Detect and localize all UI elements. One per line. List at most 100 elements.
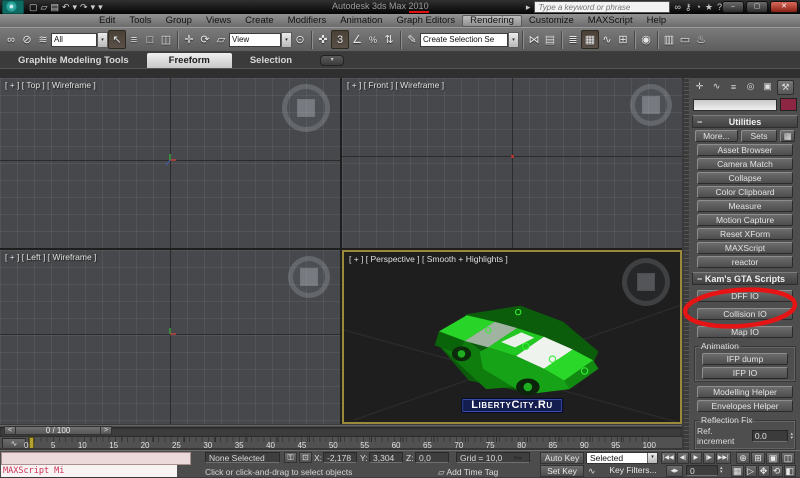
- add-time-tag[interactable]: ▱ Add Time Tag: [438, 467, 498, 478]
- viewport-left-label[interactable]: [ + ] [ Left ] [ Wireframe ]: [5, 252, 96, 262]
- menu-tools[interactable]: Tools: [122, 15, 158, 27]
- edit-named-sets-icon[interactable]: ✎: [404, 31, 420, 49]
- select-and-link-icon[interactable]: ∞: [3, 31, 19, 49]
- align-icon[interactable]: ▤: [542, 31, 558, 49]
- search-icon[interactable]: ∞: [674, 2, 680, 12]
- frame-spinner[interactable]: ▴ ▾: [720, 466, 723, 474]
- named-selection-dropdown[interactable]: Create Selection Se: [420, 33, 508, 47]
- ref-increment-spinner[interactable]: ▴ ▾: [790, 432, 793, 440]
- new-key-curve-icon[interactable]: ∿: [588, 466, 596, 477]
- tab-selection[interactable]: Selection: [232, 53, 310, 68]
- save-file-icon[interactable]: ▤: [50, 1, 59, 13]
- ifp-dump-button[interactable]: IFP dump: [702, 353, 788, 365]
- new-file-icon[interactable]: ▢: [29, 1, 38, 13]
- play-button[interactable]: ▶: [690, 452, 702, 464]
- select-by-name-icon[interactable]: ≡: [126, 31, 142, 49]
- viewport-perspective[interactable]: [ + ] [ Perspective ] [ Smooth + Highlig…: [342, 250, 682, 424]
- curve-editor-icon[interactable]: ∿: [599, 31, 615, 49]
- viewport-top-label[interactable]: [ + ] [ Top ] [ Wireframe ]: [5, 80, 96, 90]
- object-color-swatch[interactable]: [780, 98, 797, 111]
- x-coordinate-field[interactable]: -2,178: [323, 452, 357, 463]
- menu-help[interactable]: Help: [640, 15, 674, 27]
- viewport-front[interactable]: [ + ] [ Front ] [ Wireframe ]: [342, 78, 682, 248]
- key-filters-button[interactable]: Key Filters...: [602, 465, 664, 477]
- angle-snap-icon[interactable]: ∠: [349, 31, 365, 49]
- tab-freeform[interactable]: Freeform: [147, 53, 232, 68]
- viewport-top[interactable]: [ + ] [ Top ] [ Wireframe ]: [0, 78, 340, 248]
- tab-utilities-icon[interactable]: ⚒: [777, 80, 794, 95]
- open-file-icon[interactable]: ▱: [41, 1, 48, 13]
- auto-key-button[interactable]: Auto Key: [540, 452, 584, 464]
- y-coordinate-field[interactable]: 3,304: [369, 452, 403, 463]
- dropdown-arrow-icon[interactable]: ▾: [647, 453, 657, 463]
- redo-icon[interactable]: ↷: [80, 1, 88, 13]
- go-to-end-button[interactable]: ▶▶|: [716, 452, 731, 464]
- rollout-kams-gta-scripts[interactable]: − Kam's GTA Scripts: [692, 272, 798, 285]
- restore-button[interactable]: ▢: [746, 1, 768, 13]
- select-and-manipulate-icon[interactable]: ✜: [315, 31, 331, 49]
- pan-icon[interactable]: ✥: [758, 465, 770, 477]
- absolute-mode-icon[interactable]: ⊡: [299, 452, 312, 463]
- viewport-front-label[interactable]: [ + ] [ Front ] [ Wireframe ]: [347, 80, 444, 90]
- named-selection-arrow-icon[interactable]: ▾: [508, 32, 519, 48]
- spinner-snap-icon[interactable]: ⇅: [381, 31, 397, 49]
- render-production-icon[interactable]: ♨: [693, 31, 709, 49]
- previous-frame-arrow[interactable]: <: [4, 426, 16, 435]
- tab-motion-icon[interactable]: ◎: [743, 80, 758, 93]
- maxscript-button[interactable]: MAXScript: [697, 242, 793, 254]
- current-frame-field[interactable]: 0: [686, 465, 718, 476]
- menu-animation[interactable]: Animation: [333, 15, 389, 27]
- selection-filter-dropdown[interactable]: All: [51, 33, 97, 47]
- camera-match-button[interactable]: Camera Match: [697, 158, 793, 170]
- ref-coord-arrow-icon[interactable]: ▾: [281, 32, 292, 48]
- close-button[interactable]: ✕: [770, 1, 798, 13]
- object-name-field[interactable]: [693, 99, 777, 111]
- schematic-view-icon[interactable]: ⊞: [615, 31, 631, 49]
- undo-icon[interactable]: ↶: [62, 1, 70, 13]
- select-and-move-icon[interactable]: ✛: [181, 31, 197, 49]
- qat-dropdown-icon[interactable]: ▾: [98, 1, 103, 13]
- tab-create-icon[interactable]: ✛: [692, 80, 707, 93]
- keyboard-shortcut-toggle-icon[interactable]: ▦: [731, 465, 744, 477]
- zoom-icon[interactable]: ⊕: [736, 452, 750, 464]
- z-coordinate-field[interactable]: 0,0: [415, 452, 449, 463]
- menu-group[interactable]: Group: [159, 15, 199, 27]
- minimize-button[interactable]: –: [722, 1, 744, 13]
- maximize-viewport-toggle-icon[interactable]: ◧: [784, 465, 797, 477]
- use-pivot-center-icon[interactable]: ⊙: [292, 31, 308, 49]
- tab-hierarchy-icon[interactable]: ≡: [726, 80, 741, 93]
- rollout-utilities[interactable]: − Utilities: [692, 115, 798, 128]
- zoom-extents-all-icon[interactable]: ◫: [781, 452, 795, 464]
- viewport-left[interactable]: [ + ] [ Left ] [ Wireframe ]: [0, 250, 340, 424]
- reactor-button[interactable]: reactor: [697, 256, 793, 268]
- tab-modify-icon[interactable]: ∿: [709, 80, 724, 93]
- menu-graph-editors[interactable]: Graph Editors: [389, 15, 462, 27]
- redo-dropdown-icon[interactable]: ▾: [91, 1, 96, 13]
- reference-coordinate-dropdown[interactable]: View: [229, 33, 281, 47]
- car-model[interactable]: [424, 298, 606, 400]
- spinner-down-icon[interactable]: ▾: [720, 470, 723, 474]
- render-setup-icon[interactable]: ▥: [661, 31, 677, 49]
- infocenter-expand-icon[interactable]: ▸: [526, 2, 531, 13]
- window-crossing-icon[interactable]: ◫: [158, 31, 174, 49]
- tab-display-icon[interactable]: ▣: [760, 80, 775, 93]
- key-mode-dropdown[interactable]: Selected ▾: [586, 452, 658, 464]
- envelopes-helper-button[interactable]: Envelopes Helper: [697, 400, 793, 412]
- utilities-config-icon[interactable]: ▦: [780, 130, 795, 142]
- select-object-icon[interactable]: ↖: [108, 30, 126, 49]
- menu-edit[interactable]: Edit: [92, 15, 122, 27]
- favorites-star-icon[interactable]: ★: [705, 2, 713, 13]
- bind-to-spacewarp-icon[interactable]: ≋: [35, 31, 51, 49]
- set-key-button[interactable]: Set Key: [540, 465, 584, 477]
- selection-lock-icon[interactable]: ⚿: [284, 452, 297, 463]
- next-frame-button[interactable]: |▶: [703, 452, 715, 464]
- orbit-icon[interactable]: ⟲: [771, 465, 783, 477]
- viewcube[interactable]: [630, 84, 672, 126]
- selection-filter-arrow-icon[interactable]: ▾: [97, 32, 108, 48]
- color-clipboard-button[interactable]: Color Clipboard: [697, 186, 793, 198]
- communication-center-icon[interactable]: ◔: [695, 2, 700, 12]
- time-slider-handle[interactable]: < 0 / 100 >: [4, 426, 112, 435]
- layer-manager-icon[interactable]: ≣: [565, 31, 581, 49]
- viewcube[interactable]: [622, 258, 670, 306]
- rendered-frame-window-icon[interactable]: ▭: [677, 31, 693, 49]
